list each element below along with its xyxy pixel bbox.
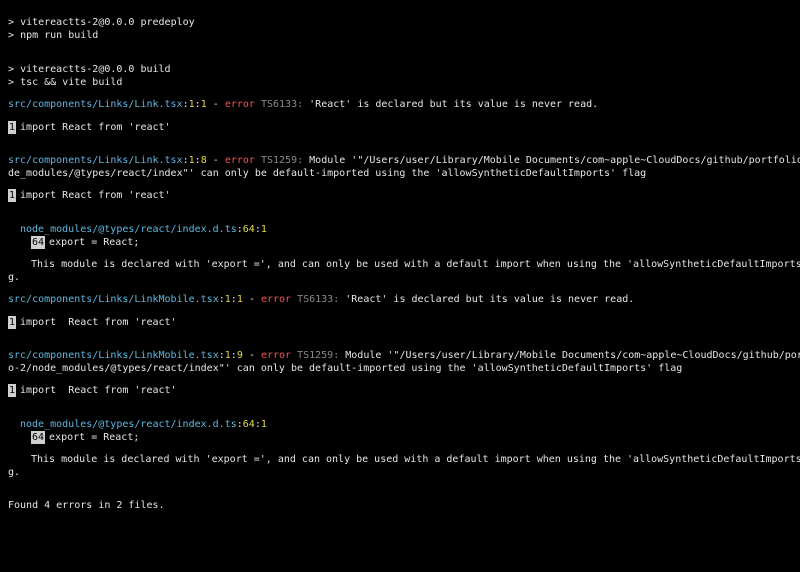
error-level: error (260, 350, 292, 361)
separator-dash: - (248, 350, 255, 361)
error-file-path[interactable]: src/components/Links/LinkMobile.tsx (8, 294, 219, 305)
command-echo-line: > vitereactts-2@0.0.0 predeploy (8, 16, 195, 29)
line-number-gutter: 64 (31, 431, 46, 444)
error-file-path[interactable]: src/components/Links/LinkMobile.tsx (8, 350, 219, 361)
error-column-number: 1 (200, 99, 207, 110)
prompt-symbol: > (8, 30, 15, 41)
error-message: 'React' is declared but its value is nev… (345, 294, 635, 305)
prompt-symbol: > (8, 77, 15, 88)
error-message: Module '"/Users/user/Library/Mobile Docu… (309, 155, 800, 166)
script-name: vitereactts-2@0.0.0 predeploy (20, 17, 195, 28)
error-squiggle-underline (67, 397, 97, 401)
command-echo-line: > npm run build (8, 29, 98, 42)
code-snippet-line: 64 export = React; (31, 431, 139, 444)
related-note-continuation: g. (8, 272, 21, 283)
error-column-number: 8 (200, 155, 207, 166)
info-squiggle-underline (48, 249, 138, 253)
prompt-symbol: > (8, 17, 15, 28)
command-echo-line: > tsc && vite build (8, 76, 122, 89)
error-file-path[interactable]: src/components/Links/Link.tsx (8, 155, 183, 166)
related-note: This module is declared with 'export =',… (31, 454, 800, 465)
error-code: TS6133: (260, 99, 304, 110)
error-squiggle-underline (19, 134, 163, 138)
error-message: 'React' is declared but its value is nev… (309, 99, 599, 110)
error-line-number: 1 (188, 99, 195, 110)
code-snippet: export = React; (49, 237, 140, 248)
error-level: error (224, 155, 255, 166)
related-note: This module is declared with 'export =',… (31, 259, 800, 270)
error-message-continuation: o-2/node_modules/@types/react/index"' ca… (8, 363, 683, 374)
related-column-number: 1 (260, 419, 267, 430)
code-snippet: import React from 'react' (20, 385, 177, 396)
error-line-number: 1 (224, 350, 231, 361)
line-number-gutter: 1 (8, 384, 17, 397)
related-note-continuation: g. (8, 467, 21, 478)
related-line-number: 64 (242, 224, 255, 235)
code-snippet-line: 1 import React from 'react' (8, 121, 171, 134)
code-snippet: import React from 'react' (20, 190, 171, 201)
error-code: TS1259: (260, 155, 304, 166)
separator-dash: - (212, 155, 219, 166)
command-echo-line: > vitereactts-2@0.0.0 build (8, 63, 171, 76)
error-message-continuation: de_modules/@types/react/index"' can only… (8, 168, 647, 179)
code-snippet-line: 1 import React from 'react' (8, 189, 171, 202)
separator-dash: - (248, 294, 255, 305)
related-location: node_modules/@types/react/index.d.ts:64:… (20, 419, 267, 430)
line-number-gutter: 1 (8, 189, 17, 202)
code-snippet-line: 1 import React from 'react' (8, 316, 177, 329)
code-snippet-line: 1 import React from 'react' (8, 384, 177, 397)
separator-dash: - (212, 99, 219, 110)
line-number-gutter: 64 (31, 236, 46, 249)
error-header: src/components/Links/LinkMobile.tsx:1:1 … (8, 294, 635, 305)
code-snippet-line: 64 export = React; (31, 236, 139, 249)
error-header: src/components/Links/Link.tsx:1:1 - erro… (8, 99, 599, 110)
related-file-path[interactable]: node_modules/@types/react/index.d.ts (20, 224, 237, 235)
related-line-number: 64 (242, 419, 255, 430)
line-number-gutter: 1 (8, 316, 17, 329)
related-location: node_modules/@types/react/index.d.ts:64:… (20, 224, 267, 235)
error-line-number: 1 (224, 294, 231, 305)
terminal-window[interactable]: > vitereactts-2@0.0.0 predeploy > npm ru… (0, 0, 800, 514)
error-code: TS6133: (297, 294, 340, 305)
error-header: src/components/Links/Link.tsx:1:8 - erro… (8, 154, 800, 167)
error-line-number: 1 (188, 155, 195, 166)
error-level: error (224, 99, 255, 110)
line-number-gutter: 1 (8, 121, 17, 134)
error-file-path[interactable]: src/components/Links/Link.tsx (8, 99, 183, 110)
script-name: vitereactts-2@0.0.0 build (20, 64, 171, 75)
code-snippet: import React from 'react' (20, 317, 177, 328)
info-squiggle-underline (48, 444, 138, 448)
code-snippet: import React from 'react' (20, 122, 171, 133)
prompt-symbol: > (8, 64, 15, 75)
code-snippet: export = React; (49, 432, 140, 443)
error-squiggle-underline (19, 329, 169, 333)
error-column-number: 9 (236, 350, 243, 361)
script-command: npm run build (20, 30, 99, 41)
error-level: error (260, 294, 292, 305)
error-header: src/components/Links/LinkMobile.tsx:1:9 … (8, 349, 800, 362)
error-squiggle-underline (61, 202, 91, 206)
related-file-path[interactable]: node_modules/@types/react/index.d.ts (20, 419, 237, 430)
script-command: tsc && vite build (20, 77, 123, 88)
error-column-number: 1 (236, 294, 243, 305)
error-message: Module '"/Users/user/Library/Mobile Docu… (345, 350, 800, 361)
error-code: TS1259: (297, 350, 340, 361)
error-summary: Found 4 errors in 2 files. (8, 500, 165, 511)
related-column-number: 1 (260, 224, 267, 235)
